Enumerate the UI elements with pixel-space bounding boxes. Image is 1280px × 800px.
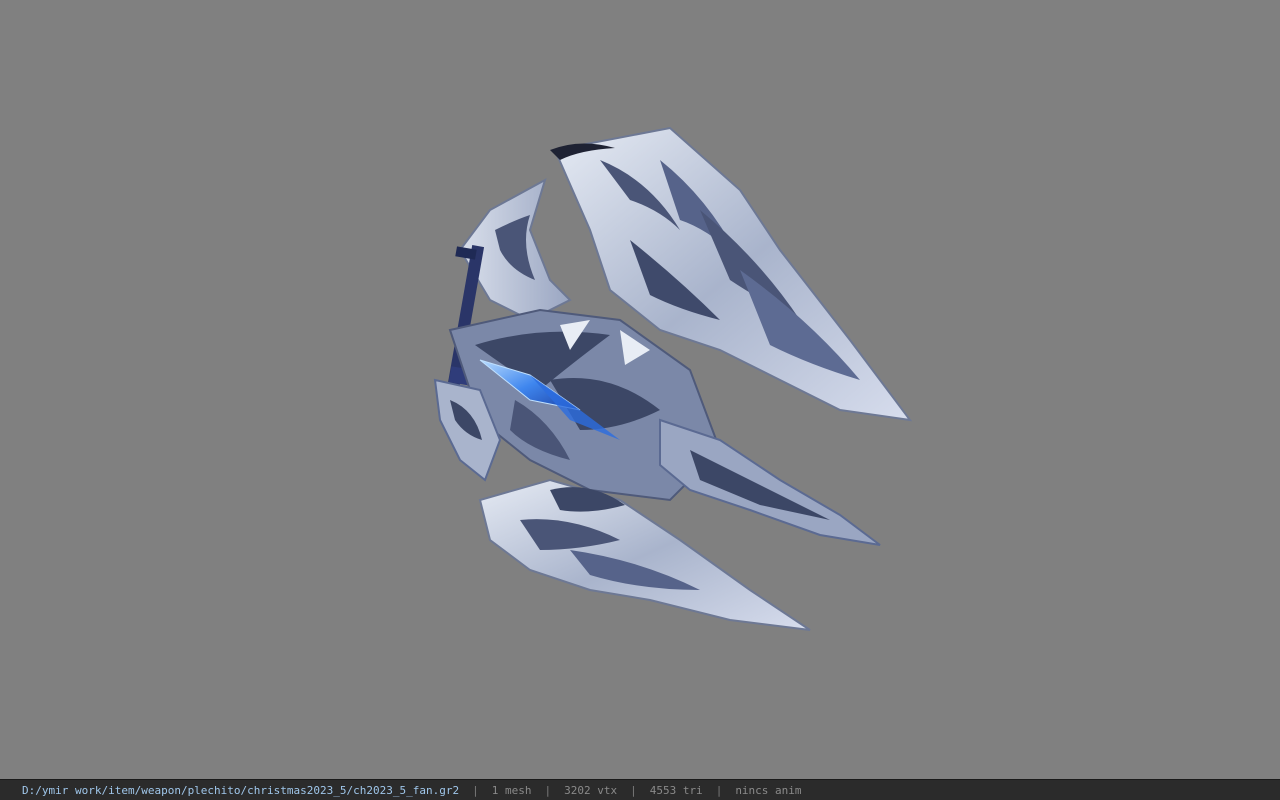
fan-weapon-model bbox=[433, 126, 913, 631]
status-bar: D:/ymir work/item/weapon/plechito/christ… bbox=[0, 779, 1280, 800]
lower-right-blade bbox=[659, 418, 881, 546]
separator: | bbox=[472, 783, 479, 797]
separator: | bbox=[715, 783, 723, 797]
file-path: D:/ymir work/item/weapon/plechito/christ… bbox=[22, 783, 460, 797]
vertex-count: 3202 vtx bbox=[564, 783, 618, 797]
mesh-count: 1 mesh bbox=[491, 783, 532, 797]
model-viewport[interactable] bbox=[0, 0, 1280, 779]
separator: | bbox=[544, 783, 552, 797]
separator: | bbox=[630, 783, 637, 797]
animation-status: nincs anim bbox=[735, 783, 802, 797]
triangle-count: 4553 tri bbox=[649, 783, 703, 797]
